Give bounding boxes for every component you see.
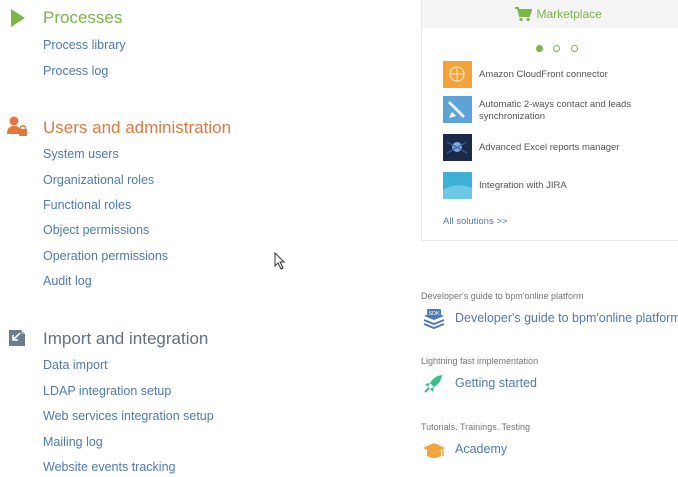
marketplace-item-label: Advanced Excel reports manager: [479, 142, 620, 153]
sync-thumb: [443, 96, 472, 123]
getting-started-link[interactable]: Getting started: [455, 376, 537, 390]
user-lock-icon: [7, 116, 27, 136]
marketplace-item-label: Integration with JIRA: [479, 180, 567, 191]
excel-thumb: [443, 134, 472, 161]
link-system-users[interactable]: System users: [43, 147, 119, 161]
import-icon: [9, 330, 25, 346]
link-process-library[interactable]: Process library: [43, 38, 126, 52]
link-mailing-log[interactable]: Mailing log: [43, 435, 103, 449]
sdk-icon: SDK: [423, 309, 445, 330]
mouse-cursor-icon: [274, 252, 286, 270]
resource-caption-tutorials: Tutorials. Trainings. Testing: [421, 422, 531, 432]
link-organizational-roles[interactable]: Organizational roles: [43, 173, 154, 187]
jira-thumb: [443, 172, 472, 199]
play-icon: [11, 9, 25, 27]
svg-text:SDK: SDK: [428, 311, 440, 317]
processes-title[interactable]: Processes: [43, 8, 122, 28]
carousel-dot-3[interactable]: [570, 45, 578, 52]
resource-caption-dev-guide: Developer's guide to bpm'online platform: [421, 291, 584, 301]
carousel-dot-2[interactable]: [553, 45, 561, 52]
marketplace-item-label: Amazon CloudFront connector: [479, 69, 608, 80]
resource-caption-implementation: Lightning fast implementation: [421, 356, 539, 366]
marketplace-panel: Marketplace Amazon CloudFront connector …: [421, 0, 678, 241]
link-website-events-tracking[interactable]: Website events tracking: [43, 460, 175, 474]
import-title[interactable]: Import and integration: [43, 329, 208, 349]
link-data-import[interactable]: Data import: [43, 358, 108, 372]
marketplace-item[interactable]: Integration with JIRA: [443, 172, 678, 200]
graduation-cap-icon: [423, 443, 445, 458]
marketplace-item-label: Automatic 2-ways contact and leads synch…: [479, 99, 632, 122]
rocket-icon: [424, 375, 442, 393]
link-functional-roles[interactable]: Functional roles: [43, 198, 131, 212]
carousel-dot-1[interactable]: [536, 45, 543, 52]
carousel-dots: [536, 39, 584, 57]
link-object-permissions[interactable]: Object permissions: [43, 223, 149, 237]
developers-guide-link[interactable]: Developer's guide to bpm'online platform: [455, 311, 678, 325]
cart-icon: [515, 6, 533, 21]
link-web-services-integration-setup[interactable]: Web services integration setup: [43, 409, 214, 423]
link-operation-permissions[interactable]: Operation permissions: [43, 249, 168, 263]
marketplace-item[interactable]: Advanced Excel reports manager: [443, 134, 678, 162]
marketplace-item[interactable]: Amazon CloudFront connector: [443, 61, 678, 89]
link-process-log[interactable]: Process log: [43, 64, 108, 78]
marketplace-header[interactable]: Marketplace: [422, 0, 678, 28]
users-title[interactable]: Users and administration: [43, 118, 231, 138]
amazon-thumb: [443, 61, 472, 88]
academy-link[interactable]: Academy: [455, 442, 507, 456]
link-ldap-integration-setup[interactable]: LDAP integration setup: [43, 384, 171, 398]
all-solutions-link[interactable]: All solutions >>: [443, 216, 507, 227]
marketplace-item[interactable]: Automatic 2-ways contact and leads synch…: [443, 96, 678, 124]
link-audit-log[interactable]: Audit log: [43, 274, 92, 288]
marketplace-title: Marketplace: [536, 6, 602, 21]
